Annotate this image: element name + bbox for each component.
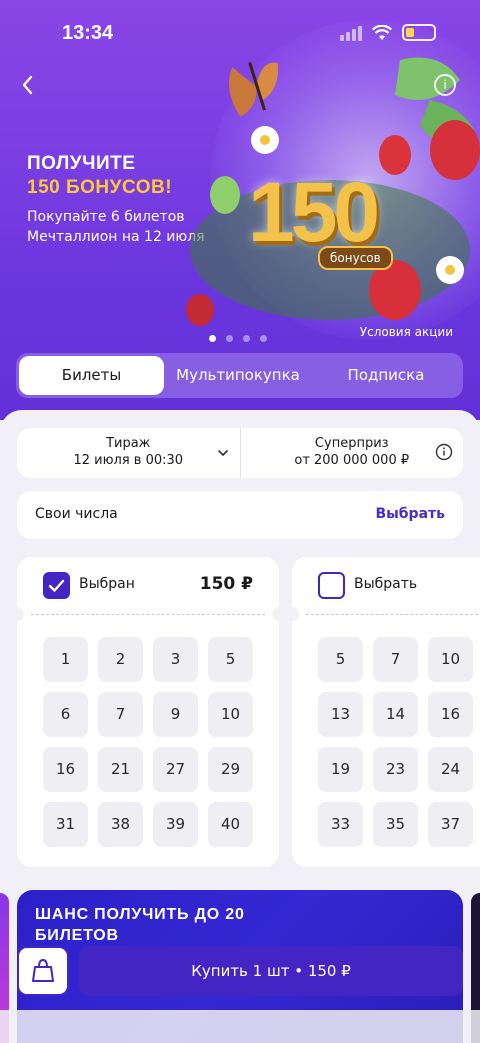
ticket-number: 38 (98, 802, 143, 847)
banner-bonus-label: бонусов (318, 246, 393, 270)
ticket-card-unselected[interactable]: Выбрать 5 7 10 13 14 16 19 23 24 33 35 3… (285, 557, 480, 867)
ticket-notch (10, 607, 24, 621)
own-numbers-label: Свои числа (35, 506, 118, 522)
ticket-number: 16 (428, 692, 473, 737)
tab-tickets[interactable]: Билеты (19, 356, 164, 395)
shopping-bag-icon (32, 958, 54, 982)
ticket-price: 150 ₽ (199, 574, 253, 594)
conditions-link[interactable]: Условия акции (360, 325, 453, 339)
banner-info-icon[interactable]: i (434, 74, 456, 96)
choose-own-numbers-button[interactable]: Выбрать (375, 506, 445, 522)
banner-title-line1: ПОЛУЧИТЕ (27, 153, 136, 174)
ticket-number: 3 (153, 637, 198, 682)
ticket-number: 5 (208, 637, 253, 682)
banner-title-line2: 150 БОНУСОВ! (27, 177, 173, 198)
ticket-number: 37 (428, 802, 473, 847)
ticket-number: 35 (373, 802, 418, 847)
ticket-checkbox[interactable] (318, 572, 345, 599)
ticket-number-grid: 1 2 3 5 6 7 9 10 16 21 27 29 31 38 39 40 (43, 637, 253, 847)
ticket-status: Выбрать (354, 576, 418, 592)
tab-subscription[interactable]: Подписка (312, 356, 460, 395)
ticket-divider (306, 614, 478, 615)
own-numbers-card: Свои числа Выбрать (17, 491, 463, 539)
battery-icon (402, 24, 436, 41)
purchase-tabs: Билеты Мультипокупка Подписка (16, 353, 463, 398)
superprize-label: Суперприз (314, 436, 389, 451)
banner-title: ПОЛУЧИТЕ 150 БОНУСОВ! (27, 152, 172, 200)
ticket-number: 1 (43, 637, 88, 682)
draw-selector[interactable]: Тираж 12 июля в 00:30 (17, 428, 241, 478)
ticket-number: 29 (208, 747, 253, 792)
ticket-number: 10 (208, 692, 253, 737)
wifi-icon (372, 24, 392, 40)
ticket-number: 31 (43, 802, 88, 847)
ticket-number: 24 (428, 747, 473, 792)
draw-value: 12 июля в 00:30 (73, 453, 184, 468)
info-icon[interactable] (435, 443, 453, 461)
ticket-checkbox[interactable] (43, 572, 70, 599)
cart-button[interactable] (17, 946, 69, 996)
ticket-divider (31, 614, 265, 615)
back-arrow-icon[interactable] (14, 70, 44, 100)
superprize-block: Суперприз от 200 000 000 ₽ (241, 428, 464, 478)
carousel-dot[interactable] (226, 335, 233, 342)
ticket-number: 23 (373, 747, 418, 792)
draw-label: Тираж (106, 436, 151, 451)
carousel-dot[interactable] (209, 335, 216, 342)
chevron-down-icon (217, 450, 228, 457)
draw-info-card: Тираж 12 июля в 00:30 Суперприз от 200 0… (17, 428, 463, 478)
ticket-number: 16 (43, 747, 88, 792)
ticket-number: 13 (318, 692, 363, 737)
ticket-number: 21 (98, 747, 143, 792)
tab-multipurchase[interactable]: Мультипокупка (164, 356, 312, 395)
ticket-number: 40 (208, 802, 253, 847)
ticket-number: 19 (318, 747, 363, 792)
cellular-signal-icon (340, 25, 362, 41)
ticket-number: 7 (98, 692, 143, 737)
ticket-notch (272, 607, 286, 621)
ticket-notch (285, 607, 299, 621)
ticket-number: 6 (43, 692, 88, 737)
buy-button[interactable]: Купить 1 шт • 150 ₽ (79, 946, 463, 996)
status-time: 13:34 (62, 22, 114, 44)
superprize-value: от 200 000 000 ₽ (294, 453, 410, 468)
checkmark-icon (48, 579, 65, 592)
ticket-card-selected[interactable]: Выбран 150 ₽ 1 2 3 5 6 7 9 10 16 21 27 2… (10, 557, 286, 867)
ticket-number: 9 (153, 692, 198, 737)
bottom-bar-background (0, 1010, 480, 1043)
carousel-dot[interactable] (243, 335, 250, 342)
promo-banner-text: ШАНС ПОЛУЧИТЬ ДО 20 БИЛЕТОВ (35, 906, 245, 944)
ticket-number-grid: 5 7 10 13 14 16 19 23 24 33 35 37 (318, 637, 473, 847)
ticket-number: 33 (318, 802, 363, 847)
carousel-dots (209, 335, 267, 342)
ticket-status: Выбран (79, 576, 135, 592)
ticket-number: 39 (153, 802, 198, 847)
ticket-number: 5 (318, 637, 363, 682)
carousel-dot[interactable] (260, 335, 267, 342)
ticket-number: 7 (373, 637, 418, 682)
status-icons (340, 24, 436, 41)
ticket-number: 14 (373, 692, 418, 737)
ticket-number: 10 (428, 637, 473, 682)
ticket-number: 27 (153, 747, 198, 792)
ticket-number: 2 (98, 637, 143, 682)
